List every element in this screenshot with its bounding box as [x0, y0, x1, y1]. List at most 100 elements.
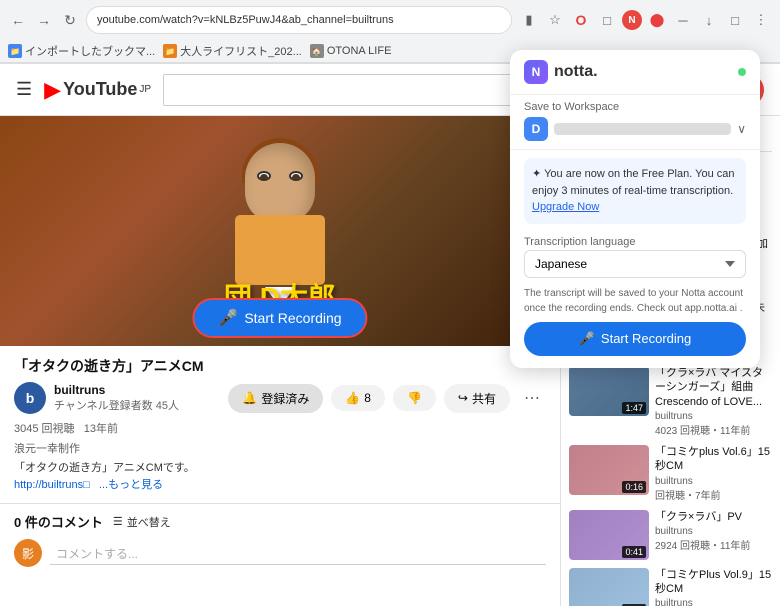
channel-actions: 👍 8 👎 ↪ 共有 ⋯	[331, 384, 546, 413]
search-input[interactable]	[164, 75, 514, 105]
refresh-button[interactable]: ↻	[60, 10, 80, 30]
browser-grid-icon[interactable]: □	[724, 9, 746, 31]
bookmark-folder-2[interactable]: 📁 大人ライフリスト_202...	[163, 43, 302, 59]
bookmark-star-icon[interactable]: ☆	[544, 9, 566, 31]
view-count: 3045 回視聴	[14, 423, 75, 435]
video-producer: 浪元一幸制作	[14, 440, 546, 456]
sidebar-video-info-4: 「クラ×ラバ マイスターシンガーズ」組曲Crescendo of LOVE...…	[655, 366, 772, 437]
comments-section: 0 件のコメント ☰ 並べ替え 影 コメントする...	[0, 503, 560, 575]
notta-start-recording-button[interactable]: 🎤 Start Recording	[524, 322, 746, 356]
channel-initial: b	[26, 390, 35, 406]
sidebar-video-4[interactable]: 1:47 「クラ×ラバ マイスターシンガーズ」組曲Crescendo of LO…	[569, 366, 772, 437]
start-recording-video-button[interactable]: 🎤 Start Recording	[192, 298, 367, 338]
video-title: 「オタクの逝き方」アニメCM	[14, 356, 546, 376]
channel-info: builtruns チャンネル登録者数 45人	[54, 383, 220, 413]
hamburger-menu-icon[interactable]: ☰	[16, 79, 32, 100]
start-recording-overlay: 🎤 Start Recording	[192, 298, 367, 338]
sidebar-title-6: 「クラ×ラバ」PV	[655, 510, 772, 524]
notta-logo-icon: N	[524, 60, 548, 84]
video-description: 「オタクの逝き方」アニメCMです。 http://builtruns□ ...も…	[14, 460, 546, 493]
duration-6: 0:41	[622, 546, 646, 558]
video-player[interactable]: 団 D太郎 🎤 Start Recording	[0, 116, 560, 346]
notta-status-dot	[738, 68, 746, 76]
youtube-logo[interactable]: ▶ YouTube JP	[44, 77, 151, 103]
video-meta: 3045 回視聴 13年前	[14, 420, 546, 436]
notta-save-note: The transcript will be saved to your Not…	[510, 286, 760, 322]
bookmark-folder-1[interactable]: 📁 インポートしたブックマ...	[8, 43, 155, 59]
subscribe-label: 登録済み	[261, 390, 309, 407]
notta-start-btn-label: Start Recording	[601, 331, 691, 346]
channel-subs: チャンネル登録者数 45人	[54, 397, 220, 413]
forward-button[interactable]: →	[34, 10, 54, 30]
youtube-logo-text: YouTube	[63, 79, 137, 100]
save-note-text: The transcript will be saved to your Not…	[524, 288, 743, 314]
plugin-icon[interactable]: □	[596, 9, 618, 31]
cast-icon[interactable]: ▮	[518, 9, 540, 31]
char-body	[235, 215, 325, 285]
bookmark-page-1[interactable]: 🏠 OTONA LIFE	[310, 44, 392, 58]
notta-lang-label: Transcription language	[510, 232, 760, 250]
sort-label: 並べ替え	[127, 514, 171, 530]
notta-logo: N notta.	[524, 60, 598, 84]
comment-input[interactable]	[50, 542, 546, 565]
start-recording-video-label: Start Recording	[244, 310, 341, 326]
sort-icon: ☰	[113, 515, 123, 528]
dislike-button[interactable]: 👎	[393, 385, 436, 411]
notta-workspace-arrow-icon: ∨	[737, 122, 746, 136]
mic-icon: 🎤	[218, 308, 238, 328]
free-plan-text: You are now on the Free Plan. You can en…	[532, 168, 734, 197]
subscribe-button[interactable]: 🔔 登録済み	[228, 384, 323, 413]
like-count: 8	[364, 391, 371, 405]
sidebar-video-info-7: 「コミケPlus Vol.9」15秒CM builtruns482 回視聴・6年…	[655, 568, 772, 606]
folder-icon: 📁	[8, 44, 22, 58]
toolbar-icons: ▮ ☆ O □ N ⬤ ─ ↓ □ ⋮	[518, 9, 772, 31]
like-button[interactable]: 👍 8	[331, 385, 385, 411]
sidebar-video-7[interactable]: 0:16 「コミケPlus Vol.9」15秒CM builtruns482 回…	[569, 568, 772, 606]
youtube-logo-jp: JP	[139, 84, 151, 95]
notta-workspace-icon: D	[524, 117, 548, 141]
sort-comments-button[interactable]: ☰ 並べ替え	[113, 514, 171, 530]
more-options-button[interactable]: ⋯	[518, 384, 546, 412]
page-icon: 🏠	[310, 44, 324, 58]
sidebar-meta-4: builtruns4023 回視聴・11年前	[655, 411, 772, 437]
show-more-link[interactable]: ...もっと見る	[99, 479, 163, 491]
notta-mic-icon: 🎤	[579, 331, 595, 347]
bookmark-label-1: インポートしたブックマ...	[25, 43, 155, 59]
menu-icon[interactable]: ⋮	[750, 9, 772, 31]
sidebar-video-5[interactable]: 0:16 「コミケplus Vol.6」15秒CM builtruns回視聴・7…	[569, 445, 772, 502]
address-bar[interactable]: youtube.com/watch?v=kNLBz5PuwJ4&ab_chann…	[86, 6, 512, 34]
sidebar-meta-6: builtruns2924 回視聴・11年前	[655, 526, 772, 552]
browser-toolbar: ← → ↻ youtube.com/watch?v=kNLBz5PuwJ4&ab…	[0, 0, 780, 40]
sidebar-meta-5: builtruns回視聴・7年前	[655, 476, 772, 502]
notta-ext-icon[interactable]: N	[622, 10, 642, 30]
comments-count: 0 件のコメント	[14, 512, 103, 531]
upgrade-link[interactable]: Upgrade Now	[532, 201, 599, 213]
sidebar-thumb-5: 0:16	[569, 445, 649, 495]
profile-icon[interactable]: ⬤	[646, 9, 668, 31]
notta-language-select[interactable]: Japanese English Chinese	[524, 250, 746, 278]
share-icon: ↪	[458, 391, 468, 405]
channel-link[interactable]: http://builtruns□	[14, 479, 90, 491]
channel-name[interactable]: builtruns	[54, 383, 220, 397]
notta-workspace-row[interactable]: D ∨	[510, 113, 760, 150]
comment-user-avatar: 影	[14, 539, 42, 567]
share-button[interactable]: ↪ 共有	[444, 384, 510, 413]
bookmark-label-2: 大人ライフリスト_202...	[180, 43, 302, 59]
back-button[interactable]: ←	[8, 10, 28, 30]
search-bar: 🔍	[163, 74, 563, 106]
plus-icon: ✦	[532, 168, 544, 180]
download-icon[interactable]: ↓	[698, 9, 720, 31]
sidebar-title-5: 「コミケplus Vol.6」15秒CM	[655, 445, 772, 474]
opera-icon[interactable]: O	[570, 9, 592, 31]
notta-popup-header: N notta.	[510, 50, 760, 95]
notta-popup: N notta. Save to Workspace D ∨ ✦ You are…	[510, 50, 760, 368]
sidebar-meta-7: builtruns482 回視聴・6年前	[655, 598, 772, 606]
sidebar-thumb-6: 0:41	[569, 510, 649, 560]
notta-logo-text: notta.	[554, 63, 598, 81]
notta-free-plan-notice: ✦ You are now on the Free Plan. You can …	[524, 158, 746, 224]
minimize-icon[interactable]: ─	[672, 9, 694, 31]
channel-avatar[interactable]: b	[14, 382, 46, 414]
comments-header: 0 件のコメント ☰ 並べ替え	[14, 512, 546, 531]
sidebar-video-6[interactable]: 0:41 「クラ×ラバ」PV builtruns2924 回視聴・11年前	[569, 510, 772, 560]
duration-4: 1:47	[622, 402, 646, 414]
